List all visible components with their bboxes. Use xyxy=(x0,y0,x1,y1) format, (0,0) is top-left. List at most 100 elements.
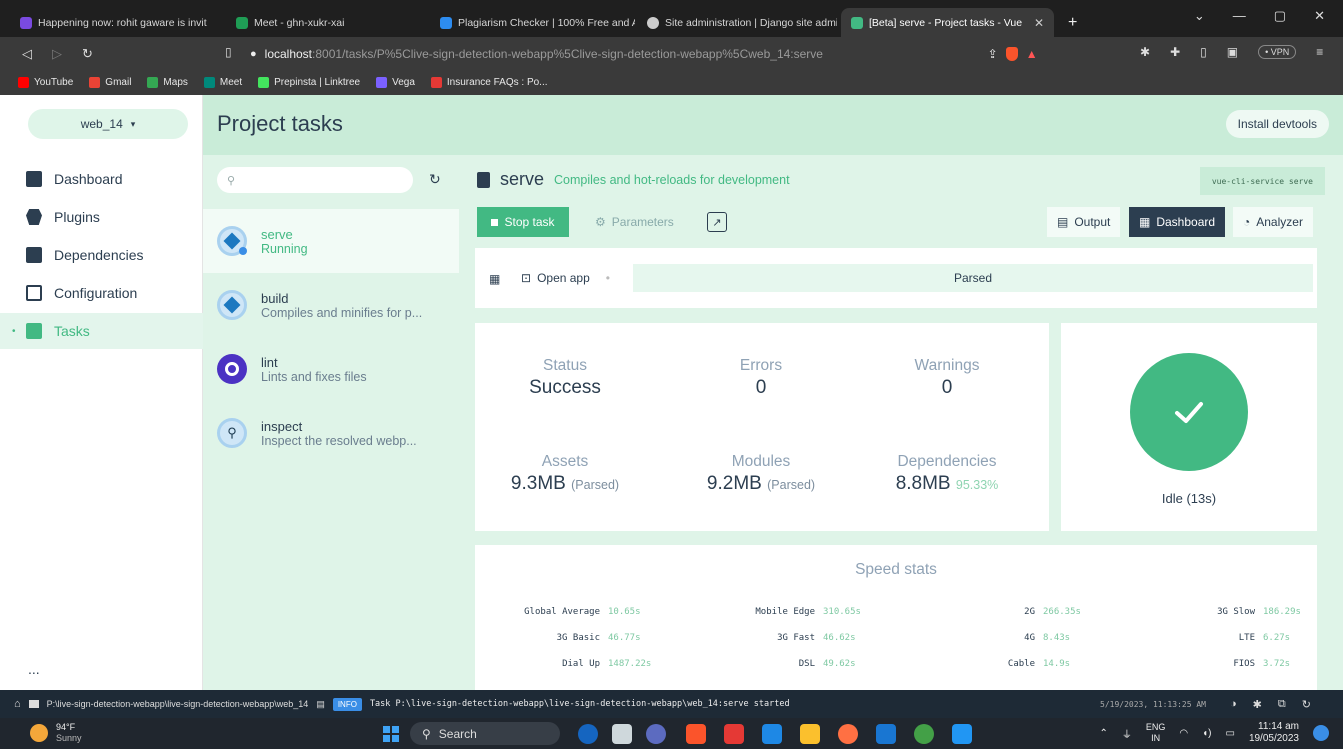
close-tab-icon[interactable]: ✕ xyxy=(1034,16,1044,30)
size-mode-selector[interactable]: Parsed xyxy=(633,264,1313,292)
bookmark-maps[interactable]: Maps xyxy=(147,77,188,88)
sidebar-icon[interactable]: ▯ xyxy=(1200,45,1207,59)
refresh-icon[interactable]: ↻ xyxy=(1302,698,1311,711)
bookmark-gmail[interactable]: Gmail xyxy=(89,77,131,88)
task-command: vue-cli-service serve xyxy=(1199,167,1325,195)
open-app-icon: ⊡ xyxy=(521,271,532,285)
site-info-icon[interactable]: ● xyxy=(250,48,257,60)
battery-icon[interactable]: ▭ xyxy=(1225,728,1234,739)
install-devtools-button[interactable]: Install devtools xyxy=(1225,110,1329,138)
usb-icon[interactable]: ⏚ xyxy=(1122,726,1132,741)
wallet-icon[interactable]: ▣ xyxy=(1227,45,1238,59)
tab-title: [Beta] serve - Project tasks - Vue xyxy=(869,16,1023,29)
chevron-up-icon[interactable]: ⌃ xyxy=(1099,728,1107,739)
bookmark-vega[interactable]: Vega xyxy=(376,77,415,88)
console-icon[interactable]: ▤ xyxy=(316,699,325,710)
open-external-icon[interactable]: ↗ xyxy=(707,212,727,232)
project-selector[interactable]: web_14 ▾ xyxy=(28,109,188,139)
task-desc: Lints and fixes files xyxy=(261,369,367,384)
task-item-lint[interactable]: lint Lints and fixes files xyxy=(203,337,459,401)
task-item-inspect[interactable]: ⚲ inspect Inspect the resolved webp... xyxy=(203,401,459,465)
whatsapp-icon[interactable] xyxy=(914,724,934,744)
speed-stat-item: DSL 49.62s xyxy=(695,659,856,669)
stop-task-button[interactable]: Stop task xyxy=(477,207,569,237)
close-window-icon[interactable]: ✕ xyxy=(1314,8,1325,24)
app-icon-1[interactable] xyxy=(578,724,598,744)
task-desc: Inspect the resolved webp... xyxy=(261,433,417,448)
brave-icon[interactable] xyxy=(686,724,706,744)
menu-icon[interactable]: ≡ xyxy=(1316,45,1323,59)
chat-icon[interactable] xyxy=(646,724,666,744)
bookmark-icon[interactable]: ▯ xyxy=(225,45,232,59)
browser-tab-4[interactable]: Site administration | Django site admi xyxy=(637,8,837,37)
page-title: Project tasks xyxy=(217,111,343,136)
tab-title: Site administration | Django site admi xyxy=(665,16,837,29)
refresh-icon[interactable]: ↻ xyxy=(429,171,441,188)
word-icon[interactable] xyxy=(876,724,896,744)
bookmark-meet[interactable]: Meet xyxy=(203,77,242,88)
speed-stat-item: Global Average 10.65s xyxy=(480,607,640,617)
translate-icon[interactable]: ⧉ xyxy=(1278,698,1286,711)
new-tab-button[interactable]: + xyxy=(1058,8,1088,37)
bug-icon[interactable]: ✱ xyxy=(1253,698,1262,711)
task-search-input[interactable]: ⚲ xyxy=(217,167,413,193)
bookmark-prepinsta[interactable]: Prepinsta | Linktree xyxy=(258,77,360,88)
webpack-icon xyxy=(217,290,247,320)
forward-icon[interactable]: ▷ xyxy=(52,46,62,62)
browser-tab-3[interactable]: Plagiarism Checker | 100% Free and A xyxy=(430,8,635,37)
open-app-button[interactable]: ⊡ Open app • xyxy=(521,266,610,290)
speed-stat-label: 2G xyxy=(1024,607,1035,617)
brave-shield-icon[interactable] xyxy=(1005,47,1018,61)
clock[interactable]: 11:14 am 19/05/2023 xyxy=(1249,721,1299,745)
acrobat-icon[interactable] xyxy=(724,724,744,744)
taskbar-search[interactable]: ⚲ Search xyxy=(410,722,560,745)
speed-stat-value: 14.9s xyxy=(1043,659,1071,669)
task-list: ⚲ ↻ serve Running build Compiles and minif… xyxy=(203,155,459,690)
language-indicator[interactable]: ENG IN xyxy=(1146,722,1166,744)
browser-tab-1[interactable]: Happening now: rohit gaware is invit xyxy=(10,8,222,37)
sidebar-item-tasks[interactable]: • Tasks xyxy=(0,313,203,349)
browser-tab-2[interactable]: Meet - ghn-xukr-xai xyxy=(226,8,426,37)
more-options[interactable]: ... xyxy=(28,661,40,677)
notification-badge[interactable] xyxy=(1313,725,1329,741)
share-icon[interactable]: ⇪ xyxy=(988,47,998,61)
bookmark-youtube[interactable]: YouTube xyxy=(18,77,73,88)
sidebar-item-plugins[interactable]: Plugins xyxy=(0,199,203,235)
puzzle-icon[interactable]: ✚ xyxy=(1170,45,1180,59)
back-icon[interactable]: ◁ xyxy=(22,46,32,62)
task-item-serve[interactable]: serve Running xyxy=(203,209,459,273)
vpn-button[interactable]: • VPN xyxy=(1258,45,1297,59)
firefox-icon[interactable] xyxy=(838,724,858,744)
file-explorer-icon[interactable] xyxy=(800,724,820,744)
extension-icon[interactable]: ✱ xyxy=(1140,45,1150,59)
reload-icon[interactable]: ↻ xyxy=(82,46,93,62)
dark-mode-icon[interactable]: ◑ xyxy=(1230,698,1237,711)
browser-tab-active[interactable]: [Beta] serve - Project tasks - Vue ✕ xyxy=(841,8,1054,37)
sidebar-item-configuration[interactable]: Configuration xyxy=(0,275,203,311)
dashboard-icon: ▦ xyxy=(1139,215,1151,229)
weather-widget[interactable]: 94°F Sunny xyxy=(30,722,82,744)
view-dashboard-button[interactable]: ▦ Dashboard xyxy=(1129,207,1226,237)
project-path[interactable]: P:\live-sign-detection-webapp\live-sign-… xyxy=(47,699,309,709)
task-item-build[interactable]: build Compiles and minifies for p... xyxy=(203,273,459,337)
view-analyzer-button[interactable]: ◔ Analyzer xyxy=(1233,207,1313,237)
minimize-icon[interactable]: — xyxy=(1233,8,1246,24)
url-field[interactable]: ● localhost:8001/tasks/P%5Clive-sign-det… xyxy=(250,43,1060,65)
home-icon[interactable]: ⌂ xyxy=(14,698,21,710)
view-output-button[interactable]: ▤ Output xyxy=(1047,207,1121,237)
brave-rewards-icon[interactable]: ▲ xyxy=(1026,47,1038,61)
last-log-message[interactable]: Task P:\live-sign-detection-webapp\live-… xyxy=(370,699,790,709)
sidebar-item-dependencies[interactable]: Dependencies xyxy=(0,237,203,273)
windows-start-icon[interactable] xyxy=(383,726,399,742)
vscode-icon[interactable] xyxy=(952,724,972,744)
chevron-down-icon[interactable]: ⌄ xyxy=(1194,8,1205,24)
address-bar-row: ◁ ▷ ↻ ▯ ● localhost:8001/tasks/P%5Clive-… xyxy=(0,37,1343,70)
task-view-icon[interactable] xyxy=(612,724,632,744)
maximize-icon[interactable]: ▢ xyxy=(1274,8,1286,24)
bookmark-insurance[interactable]: Insurance FAQs : Po... xyxy=(430,77,548,88)
app-l-icon[interactable] xyxy=(762,724,782,744)
parameters-button[interactable]: ⚙ Parameters xyxy=(585,207,684,237)
sidebar-item-dashboard[interactable]: Dashboard xyxy=(0,161,203,197)
volume-icon[interactable]: ◖) xyxy=(1202,728,1211,739)
wifi-icon[interactable]: ◠ xyxy=(1179,728,1188,739)
